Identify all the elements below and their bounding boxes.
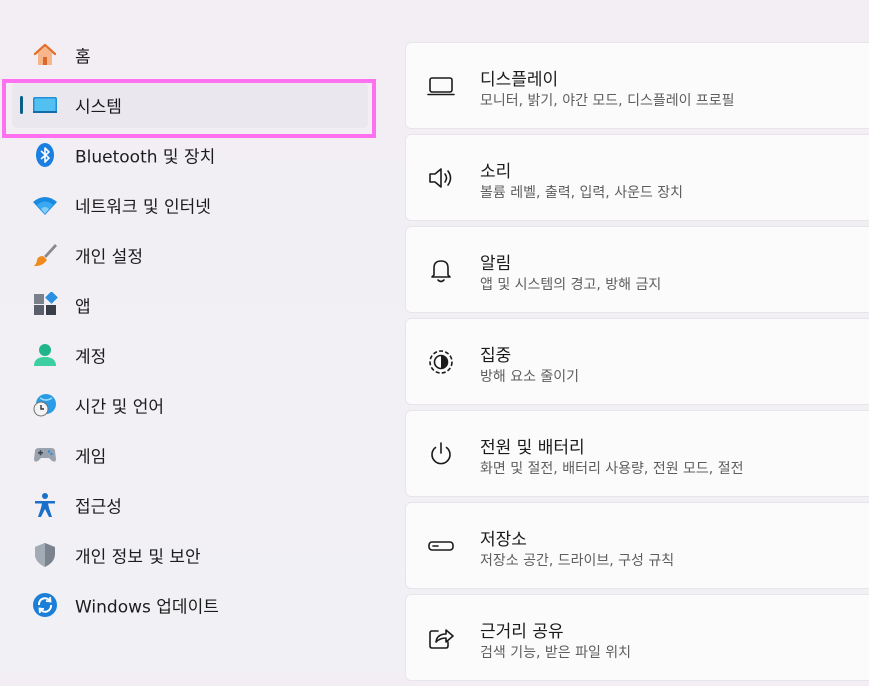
sidebar-item-label: 게임 (75, 447, 107, 468)
wifi-icon (32, 192, 58, 218)
brush-icon (32, 242, 58, 268)
sidebar-item-privacy[interactable]: 개인 정보 및 보안 (12, 532, 368, 578)
sidebar-item-accessibility[interactable]: 접근성 (12, 482, 368, 528)
card-description: 모니터, 밝기, 야간 모드, 디스플레이 프로필 (480, 93, 735, 109)
share-icon (426, 623, 456, 653)
sidebar-item-time-language[interactable]: 시간 및 언어 (12, 382, 368, 428)
card-title: 근거리 공유 (480, 622, 564, 642)
sidebar-item-personalization[interactable]: 개인 설정 (12, 232, 368, 278)
display-icon (426, 71, 456, 101)
card-sound[interactable]: 소리 볼륨 레벨, 출력, 입력, 사운드 장치 (405, 134, 869, 221)
card-description: 저장소 공간, 드라이브, 구성 규칙 (480, 553, 675, 569)
card-display[interactable]: 디스플레이 모니터, 밝기, 야간 모드, 디스플레이 프로필 (405, 42, 869, 129)
card-description: 앱 및 시스템의 경고, 방해 금지 (480, 277, 662, 293)
update-icon (32, 592, 58, 618)
card-description: 볼륨 레벨, 출력, 입력, 사운드 장치 (480, 185, 684, 201)
system-icon (32, 92, 58, 118)
storage-icon (426, 531, 456, 561)
card-title: 전원 및 배터리 (480, 438, 585, 458)
card-title: 저장소 (480, 530, 527, 550)
card-power-battery[interactable]: 전원 및 배터리 화면 및 절전, 배터리 사용량, 전원 모드, 절전 (405, 410, 869, 497)
sidebar-item-accounts[interactable]: 계정 (12, 332, 368, 378)
sidebar-item-label: 접근성 (75, 497, 122, 518)
sidebar-item-network[interactable]: 네트워크 및 인터넷 (12, 182, 368, 228)
sidebar-item-label: 개인 설정 (75, 247, 143, 268)
gamepad-icon (32, 442, 58, 468)
sidebar-item-label: 홈 (75, 47, 91, 68)
system-settings-list: 디스플레이 모니터, 밝기, 야간 모드, 디스플레이 프로필 소리 볼륨 레벨… (405, 42, 869, 686)
sidebar-item-label: 시스템 (75, 97, 122, 118)
bell-icon (426, 255, 456, 285)
card-description: 화면 및 절전, 배터리 사용량, 전원 모드, 절전 (480, 461, 744, 477)
card-focus[interactable]: 집중 방해 요소 줄이기 (405, 318, 869, 405)
sidebar-item-system[interactable]: 시스템 (12, 82, 368, 128)
card-title: 소리 (480, 162, 512, 182)
home-icon (32, 42, 58, 68)
sidebar-item-home[interactable]: 홈 (12, 32, 368, 78)
card-notifications[interactable]: 알림 앱 및 시스템의 경고, 방해 금지 (405, 226, 869, 313)
sidebar-item-windows-update[interactable]: Windows 업데이트 (12, 582, 368, 628)
sidebar-item-label: 계정 (75, 347, 107, 368)
sidebar-item-apps[interactable]: 앱 (12, 282, 368, 328)
sidebar-item-label: 시간 및 언어 (75, 397, 165, 418)
sidebar-nav: 홈 시스템 Bluetooth 및 장치 네트워크 및 인터넷 개인 설정 앱 … (0, 32, 376, 632)
speaker-icon (426, 163, 456, 193)
time-language-icon (32, 392, 58, 418)
card-nearby-sharing[interactable]: 근거리 공유 검색 기능, 받은 파일 위치 (405, 594, 869, 681)
sidebar-item-label: 네트워크 및 인터넷 (75, 197, 211, 218)
power-icon (426, 439, 456, 469)
sidebar-item-label: 앱 (75, 297, 91, 318)
sidebar-item-bluetooth[interactable]: Bluetooth 및 장치 (12, 132, 368, 178)
card-title: 디스플레이 (480, 70, 559, 90)
account-icon (32, 342, 58, 368)
sidebar-item-label: Bluetooth 및 장치 (75, 147, 216, 168)
apps-icon (32, 292, 58, 318)
card-storage[interactable]: 저장소 저장소 공간, 드라이브, 구성 규칙 (405, 502, 869, 589)
sidebar-item-gaming[interactable]: 게임 (12, 432, 368, 478)
card-description: 방해 요소 줄이기 (480, 369, 580, 385)
active-indicator (20, 96, 23, 114)
sidebar-item-label: 개인 정보 및 보안 (75, 547, 201, 568)
accessibility-icon (32, 492, 58, 518)
bluetooth-icon (32, 142, 58, 168)
focus-icon (426, 347, 456, 377)
card-description: 검색 기능, 받은 파일 위치 (480, 645, 632, 661)
sidebar-item-label: Windows 업데이트 (75, 597, 219, 618)
shield-icon (32, 542, 58, 568)
card-title: 알림 (480, 254, 512, 274)
card-title: 집중 (480, 346, 512, 366)
